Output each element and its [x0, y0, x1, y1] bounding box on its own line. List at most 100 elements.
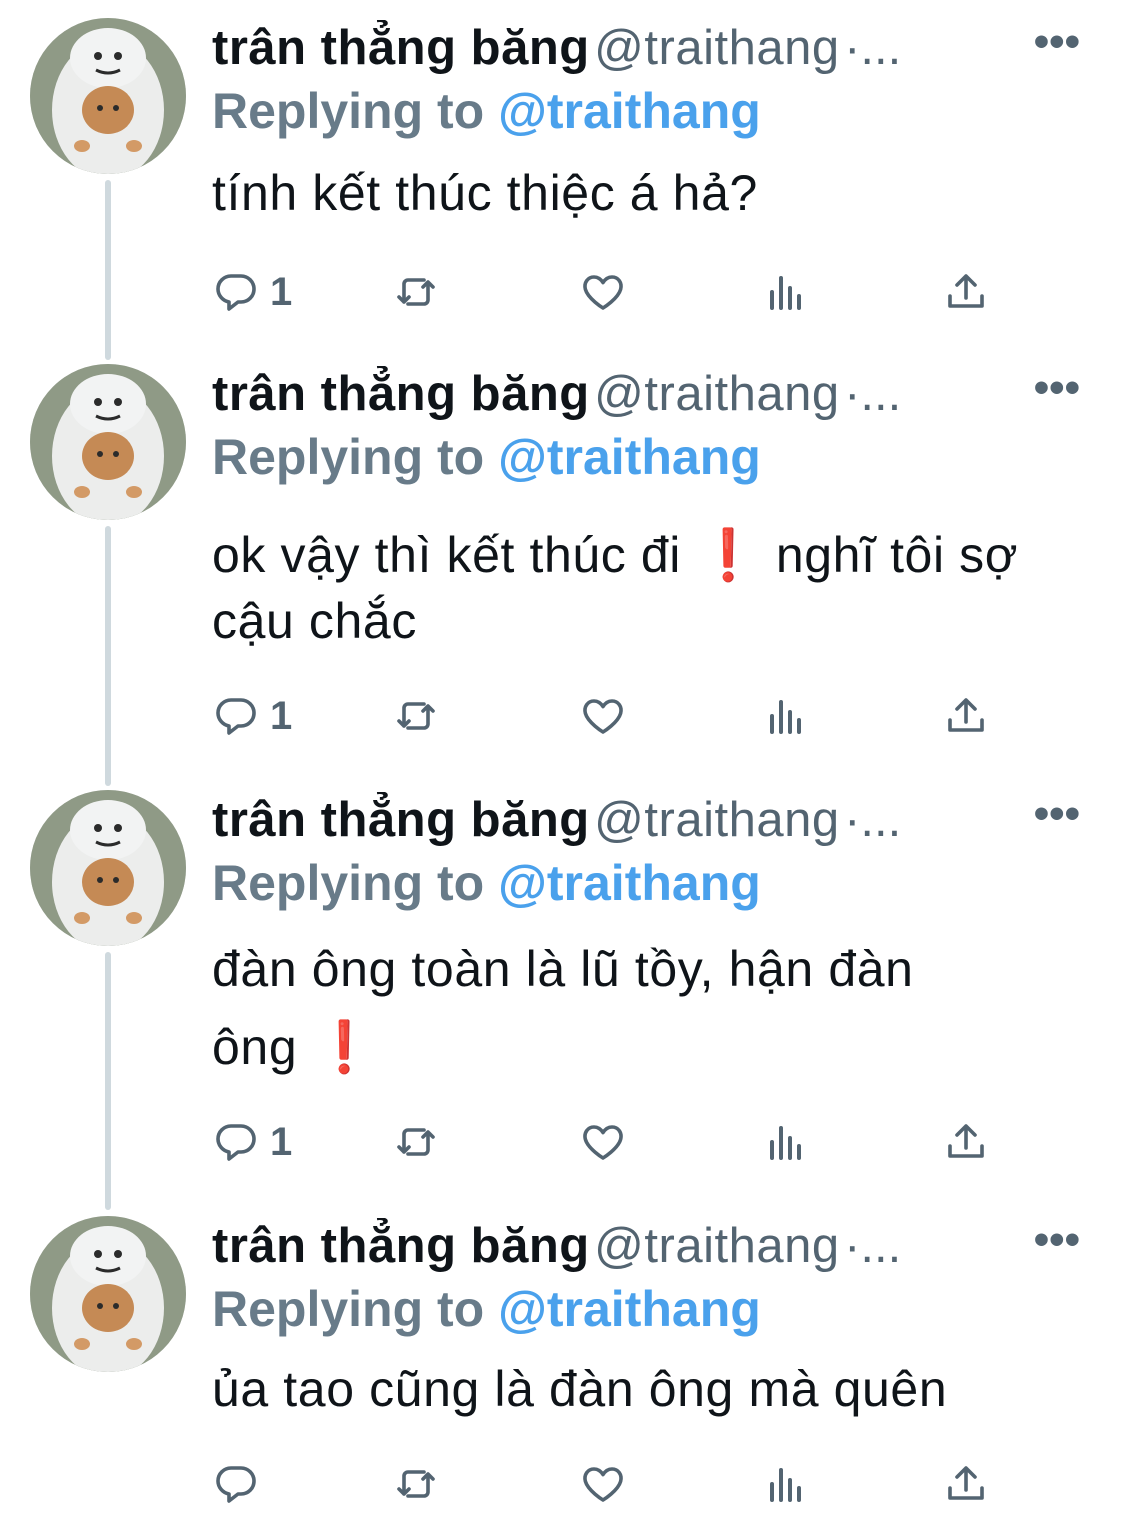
replying-to: Replying to @traithang: [212, 82, 761, 140]
user-handle[interactable]: @traithang: [594, 21, 839, 75]
display-name[interactable]: trân thẳng băng: [212, 1219, 590, 1273]
timestamp-truncated: ·...: [844, 1219, 902, 1273]
reply-icon: [216, 698, 256, 735]
reply-icon: [216, 274, 256, 311]
reply-count: 1: [270, 1119, 293, 1164]
reply-button[interactable]: 1: [212, 686, 292, 746]
replying-to-handle[interactable]: @traithang: [498, 1281, 761, 1337]
tweet[interactable]: trân thẳng băng @traithang ·... ••• Repl…: [0, 0, 1125, 340]
tweet-text-segment: đàn ông toàn là lũ tồy, hận đàn: [212, 941, 914, 997]
tweet-text-segment: ok vậy thì kết thúc đi: [212, 527, 681, 583]
reply-button[interactable]: 1: [212, 262, 292, 322]
more-icon[interactable]: •••: [1034, 792, 1080, 836]
retweet-icon: [397, 278, 435, 306]
tweet-actions: 1: [212, 1112, 1092, 1172]
like-button[interactable]: [579, 262, 627, 322]
more-icon[interactable]: •••: [1034, 20, 1080, 64]
avatar[interactable]: [30, 1216, 186, 1372]
share-icon: [948, 274, 984, 308]
avatar[interactable]: [30, 790, 186, 946]
timestamp-truncated: ·...: [844, 793, 902, 847]
views-icon: [770, 1126, 801, 1160]
like-button[interactable]: [579, 1112, 627, 1172]
more-icon[interactable]: •••: [1034, 366, 1080, 410]
heart-icon: [583, 699, 623, 734]
retweet-icon: [397, 1128, 435, 1156]
tweet-text-segment: cậu chắc: [212, 593, 417, 649]
share-button[interactable]: [942, 686, 990, 746]
views-button[interactable]: [762, 262, 810, 322]
like-button[interactable]: [579, 686, 627, 746]
tweet[interactable]: trân thẳng băng @traithang ·... ••• Repl…: [0, 346, 1125, 766]
display-name[interactable]: trân thẳng băng: [212, 367, 590, 421]
avatar-image: [30, 790, 186, 946]
replying-to-label: Replying to: [212, 429, 485, 485]
views-icon: [770, 276, 801, 310]
retweet-icon: [397, 702, 435, 730]
tweet-text-line: tính kết thúc thiệc á hả?: [212, 165, 758, 221]
retweet-button[interactable]: [392, 1454, 440, 1514]
replying-to: Replying to @traithang: [212, 854, 761, 912]
share-icon: [948, 1466, 984, 1500]
reply-count: 1: [270, 269, 293, 314]
retweet-icon: [397, 1470, 435, 1498]
tweet-text-segment: nghĩ tôi sợ: [775, 527, 1019, 583]
user-handle[interactable]: @traithang: [594, 1219, 839, 1273]
tweet-text: ủa tao cũng là đàn ông mà quên: [212, 1356, 1092, 1422]
reply-icon: [216, 1124, 256, 1161]
timestamp-truncated: ·...: [844, 367, 902, 421]
display-name[interactable]: trân thẳng băng: [212, 21, 590, 75]
views-button[interactable]: [762, 1112, 810, 1172]
tweet-text-line: ủa tao cũng là đàn ông mà quên: [212, 1361, 948, 1417]
tweet-actions: 1: [212, 686, 1092, 746]
replying-to-label: Replying to: [212, 855, 485, 911]
avatar-image: [30, 1216, 186, 1372]
share-button[interactable]: [942, 1112, 990, 1172]
views-button[interactable]: [762, 1454, 810, 1514]
replying-to-label: Replying to: [212, 83, 485, 139]
avatar-image: [30, 364, 186, 520]
avatar-image: [30, 18, 186, 174]
avatar[interactable]: [30, 364, 186, 520]
views-icon: [770, 700, 801, 734]
share-icon: [948, 1124, 984, 1158]
retweet-button[interactable]: [392, 1112, 440, 1172]
tweet-text: tính kết thúc thiệc á hả?: [212, 160, 1092, 226]
tweet-actions: 1: [212, 262, 1092, 322]
tweet-text-segment: ông: [212, 1019, 298, 1075]
tweet-header: trân thẳng băng @traithang ·...: [212, 792, 1092, 854]
user-handle[interactable]: @traithang: [594, 367, 839, 421]
tweet[interactable]: trân thẳng băng @traithang ·... ••• Repl…: [0, 1198, 1125, 1533]
tweet-text: ok vậy thì kết thúc đi ❗ nghĩ tôi sợ cậu c…: [212, 522, 1092, 654]
replying-to-label: Replying to: [212, 1281, 485, 1337]
share-button[interactable]: [942, 262, 990, 322]
replying-to: Replying to @traithang: [212, 428, 761, 486]
timestamp-truncated: ·...: [844, 21, 902, 75]
tweet-header: trân thẳng băng @traithang ·...: [212, 1218, 1092, 1280]
user-handle[interactable]: @traithang: [594, 793, 839, 847]
display-name[interactable]: trân thẳng băng: [212, 793, 590, 847]
heart-icon: [583, 1125, 623, 1160]
replying-to-handle[interactable]: @traithang: [498, 83, 761, 139]
tweet[interactable]: trân thẳng băng @traithang ·... ••• Repl…: [0, 772, 1125, 1192]
retweet-button[interactable]: [392, 686, 440, 746]
exclamation-emoji: ❗: [313, 1019, 377, 1075]
replying-to-handle[interactable]: @traithang: [498, 429, 761, 485]
views-button[interactable]: [762, 686, 810, 746]
reply-icon: [216, 1466, 256, 1503]
share-button[interactable]: [942, 1454, 990, 1514]
avatar[interactable]: [30, 18, 186, 174]
tweet-header: trân thẳng băng @traithang ·...: [212, 20, 1092, 82]
replying-to: Replying to @traithang: [212, 1280, 761, 1338]
more-icon[interactable]: •••: [1034, 1218, 1080, 1262]
retweet-button[interactable]: [392, 262, 440, 322]
reply-count: 1: [270, 693, 293, 738]
views-icon: [770, 1468, 801, 1502]
reply-button[interactable]: 1: [212, 1112, 292, 1172]
like-button[interactable]: [579, 1454, 627, 1514]
reply-button[interactable]: [212, 1454, 270, 1514]
tweet-text: đàn ông toàn là lũ tồy, hận đàn ông ❗: [212, 930, 1092, 1086]
replying-to-handle[interactable]: @traithang: [498, 855, 761, 911]
share-icon: [948, 698, 984, 732]
heart-icon: [583, 1467, 623, 1502]
